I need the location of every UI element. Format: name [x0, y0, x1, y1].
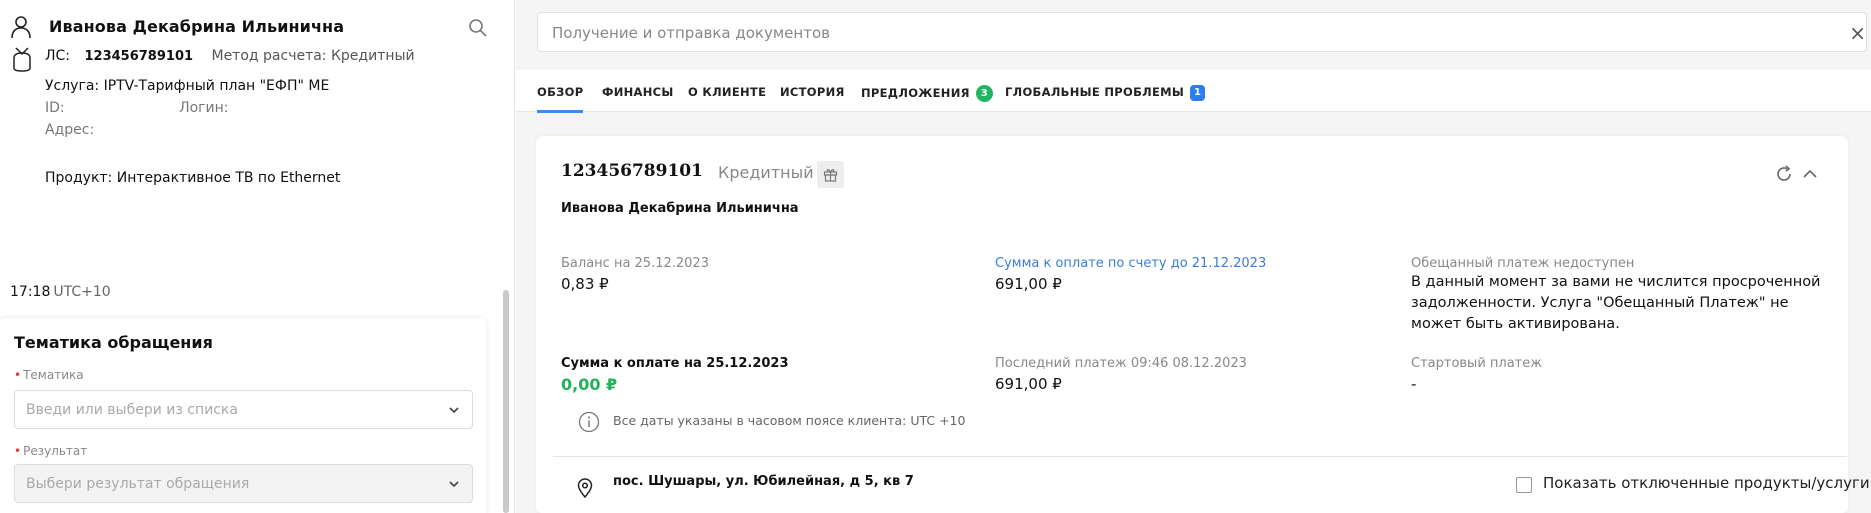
due-value: 0,00 ₽: [561, 375, 618, 394]
show-disabled-label[interactable]: Показать отключенные продукты/услуги: [1543, 474, 1870, 492]
topic-label: • Тематика: [14, 368, 84, 382]
offers-count-badge: 3: [975, 85, 993, 102]
timezone-note: Все даты указаны в часовом поясе клиента…: [613, 413, 966, 428]
ls-label: ЛС:: [45, 48, 71, 64]
topic-form: Тематика обращения • Тематика Введи или в…: [0, 318, 486, 513]
due-invoice-link[interactable]: Сумма к оплате по счету до 21.12.2023: [995, 256, 1266, 271]
product-line: Продукт: Интерактивное ТВ по Ethernet: [45, 170, 341, 186]
login-label: Логин:: [179, 100, 229, 116]
close-icon[interactable]: ×: [1849, 21, 1866, 45]
promise-label: Обещанный платеж недоступен: [1411, 256, 1635, 271]
gift-icon: [823, 169, 838, 182]
last-payment-value: 691,00 ₽: [995, 375, 1062, 393]
client-name: Иванова Декабрина Ильинична: [49, 17, 345, 36]
document-search-input[interactable]: Получение и отправка документов ×: [537, 12, 1867, 52]
result-label: • Результат: [14, 444, 88, 458]
topic-form-title: Тематика обращения: [14, 333, 213, 352]
payment-method: Метод расчета: Кредитный: [211, 48, 415, 64]
address-label: Адрес:: [45, 122, 95, 138]
client-time: 17:18 UTC+10: [10, 284, 111, 300]
service-address: пос. Шушары, ул. Юбилейная, д 5, кв 7: [613, 474, 914, 489]
topic-select[interactable]: Введи или выбери из списка: [14, 390, 473, 429]
topic-placeholder: Введи или выбери из списка: [26, 402, 238, 418]
account-number: 123456789101: [561, 161, 703, 181]
refresh-icon[interactable]: [1774, 164, 1794, 184]
location-pin-icon: [577, 478, 593, 498]
service-line: Услуга: IPTV-Тарифный план "ЕФП" МЕ: [45, 78, 330, 94]
timezone: UTC+10: [53, 284, 111, 300]
promise-text: В данный момент за вами не числится прос…: [1411, 274, 1821, 332]
balance-label: Баланс на 25.12.2023: [561, 256, 709, 271]
time-value: 17:18: [10, 284, 51, 300]
divider: [553, 456, 1847, 457]
tabs: ОБЗОР ФИНАНСЫ О КЛИЕНТЕ ИСТОРИЯ ПРЕДЛОЖЕ…: [516, 70, 1871, 113]
tab-history[interactable]: ИСТОРИЯ: [780, 85, 845, 99]
scrollbar-thumb[interactable]: [503, 290, 509, 513]
id-line: ID: Логин:: [45, 100, 229, 116]
person-icon: [11, 16, 31, 39]
account-line: ЛС: 123456789101 Метод расчета: Кредитны…: [45, 48, 415, 64]
tab-overview[interactable]: ОБЗОР: [537, 85, 584, 113]
chevron-down-icon: [449, 481, 459, 488]
due-label: Сумма к оплате на 25.12.2023: [561, 356, 789, 371]
chevron-down-icon: [449, 407, 459, 414]
main-panel: Получение и отправка документов × ОБЗОР …: [516, 0, 1871, 513]
tab-offers[interactable]: ПРЕДЛОЖЕНИЯ 3: [861, 85, 993, 102]
result-select[interactable]: Выбери результат обращения: [14, 464, 473, 503]
wallet-icon: [13, 47, 31, 72]
tab-about-client[interactable]: О КЛИЕНТЕ: [688, 85, 766, 99]
account-type: Кредитный: [718, 163, 814, 182]
start-payment-label: Стартовый платеж: [1411, 356, 1542, 371]
search-placeholder: Получение и отправка документов: [552, 24, 830, 42]
result-placeholder: Выбери результат обращения: [26, 476, 250, 492]
due-invoice-value: 691,00 ₽: [995, 275, 1062, 293]
gift-button[interactable]: [817, 161, 844, 188]
tab-global-problems-label: ГЛОБАЛЬНЫЕ ПРОБЛЕМЫ: [1005, 85, 1185, 99]
show-disabled-checkbox[interactable]: [1516, 477, 1532, 493]
ls-number[interactable]: 123456789101: [84, 49, 193, 64]
chevron-up-icon[interactable]: [1800, 164, 1820, 184]
tab-offers-label: ПРЕДЛОЖЕНИЯ: [861, 86, 970, 100]
tab-global-problems[interactable]: ГЛОБАЛЬНЫЕ ПРОБЛЕМЫ 1: [1005, 85, 1206, 101]
search-icon[interactable]: [468, 18, 488, 38]
global-problems-count-badge: 1: [1190, 85, 1206, 101]
tab-finance[interactable]: ФИНАНСЫ: [602, 85, 674, 99]
balance-value: 0,83 ₽: [561, 275, 609, 293]
id-label: ID:: [45, 100, 65, 116]
start-payment-value: -: [1411, 375, 1417, 393]
info-icon: [578, 411, 600, 433]
client-panel: Иванова Декабрина Ильинична ЛС: 12345678…: [0, 0, 515, 513]
account-holder: Иванова Декабрина Ильинична: [561, 201, 799, 216]
last-payment-label: Последний платеж 09:46 08.12.2023: [995, 356, 1247, 371]
